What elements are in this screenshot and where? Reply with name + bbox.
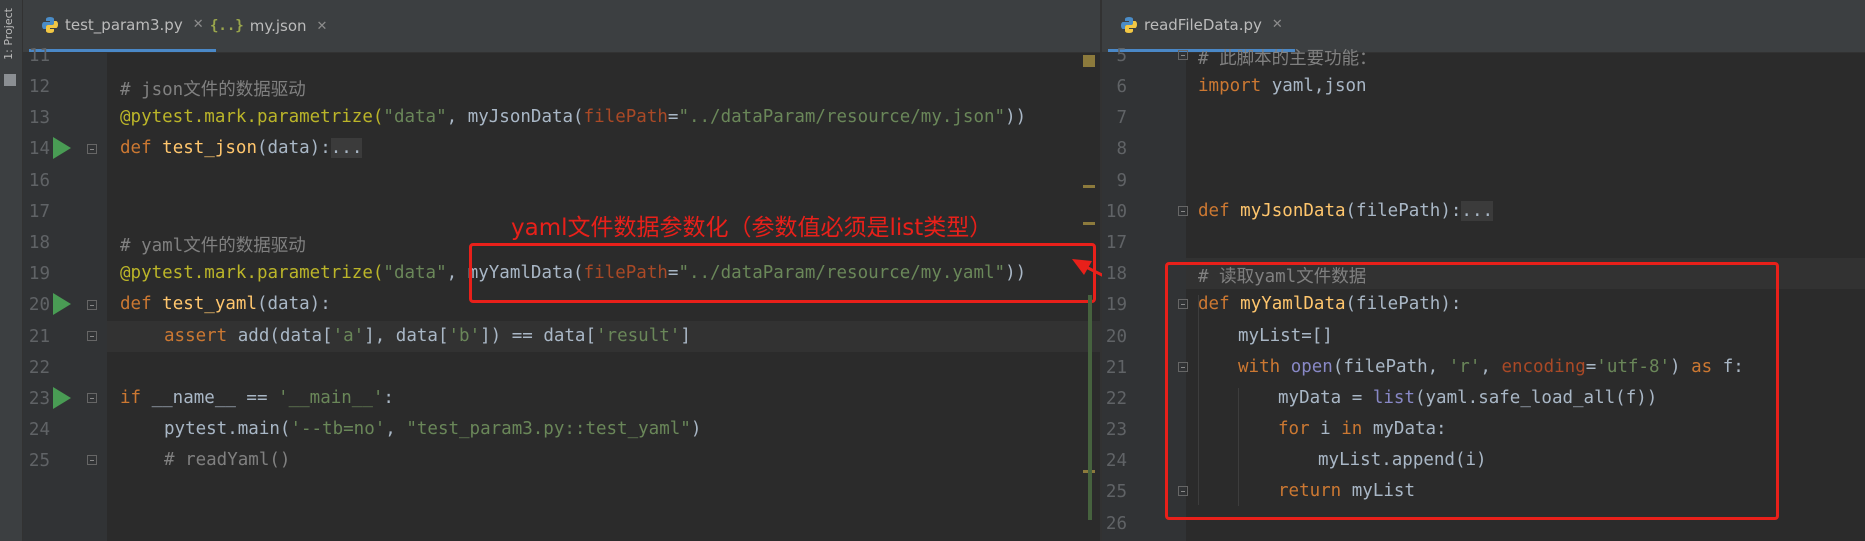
line-number: 26: [1105, 513, 1127, 534]
run-test-json-icon[interactable]: [53, 137, 71, 159]
tool-window-sidebar: 1: Project: [0, 0, 23, 541]
line-number: 12: [28, 76, 50, 97]
code-line-23: if __name__ == '__main__':: [120, 388, 394, 408]
fold-icon[interactable]: [1178, 50, 1188, 60]
tab-my-json[interactable]: {..} my.json ✕: [198, 0, 339, 52]
fold-icon[interactable]: [87, 393, 97, 403]
scroll-marker: [1083, 222, 1095, 225]
line-number: 23: [28, 388, 50, 409]
line-number: 25: [28, 450, 50, 471]
code-line-24: pytest.main('--tb=no', "test_param3.py::…: [164, 419, 702, 439]
tab-label: readFileData.py: [1144, 15, 1262, 34]
line-number: 11: [28, 45, 50, 66]
code-line-21: assert add(data['a'], data['b']) == data…: [164, 326, 691, 346]
scroll-marker: [1083, 185, 1095, 188]
project-icon[interactable]: [4, 74, 16, 86]
line-number: 18: [1105, 263, 1127, 284]
line-number: 21: [28, 326, 50, 347]
code-line-20: def test_yaml(data):: [120, 294, 331, 314]
line-number: 20: [1105, 326, 1127, 347]
tab-label: test_param3.py: [65, 15, 183, 34]
fold-icon[interactable]: [87, 300, 97, 310]
line-number: 24: [1105, 450, 1127, 471]
line-number: 14: [28, 138, 50, 159]
line-number: 22: [28, 357, 50, 378]
code-line-12: # json文件的数据驱动: [120, 80, 306, 100]
code-line-25: # readYaml(): [164, 450, 291, 470]
editor-right: readFileData.py ✕ 5 6 7 8 9 10 17 18 19 …: [1102, 0, 1865, 541]
line-number: 13: [28, 107, 50, 128]
line-number: 19: [28, 263, 50, 284]
line-number: 10: [1105, 201, 1127, 222]
scroll-marker: [1083, 55, 1095, 67]
python-icon: [42, 16, 58, 33]
code-line-5: # 此脚本的主要功能：: [1198, 49, 1377, 69]
line-number: 18: [28, 232, 50, 253]
editor-left: test_param3.py ✕ {..} my.json ✕ 11 12 13…: [23, 0, 1100, 541]
code-line-18: # yaml文件的数据驱动: [120, 236, 306, 256]
code-line-10: def myJsonData(filePath):...: [1198, 201, 1494, 221]
python-icon: [1121, 16, 1137, 33]
close-icon[interactable]: ✕: [1272, 17, 1283, 32]
line-number: 5: [1116, 45, 1127, 66]
code-line-6: import yaml,json: [1198, 76, 1367, 96]
fold-icon[interactable]: [87, 331, 97, 341]
line-number: 25: [1105, 481, 1127, 502]
line-number: 9: [1116, 170, 1127, 191]
line-number: 24: [28, 419, 50, 440]
annotation-text: yaml文件数据参数化（参数值必须是list类型）: [511, 215, 993, 241]
code-line-14: def test_json(data):...: [120, 138, 363, 158]
right-scroll-strip: [1088, 295, 1092, 520]
highlight-box: [469, 243, 1096, 303]
code-line-13: @pytest.mark.parametrize("data", myJsonD…: [120, 107, 1027, 127]
line-number: 21: [1105, 357, 1127, 378]
line-number: 7: [1116, 107, 1127, 128]
run-test-yaml-icon[interactable]: [53, 293, 71, 315]
project-tool-button[interactable]: 1: Project: [2, 8, 15, 60]
line-number: 17: [1105, 232, 1127, 253]
line-number: 19: [1105, 294, 1127, 315]
fold-icon[interactable]: [1178, 206, 1188, 216]
tab-label: my.json: [249, 17, 307, 35]
line-number: 20: [28, 294, 50, 315]
tab-test-param3[interactable]: test_param3.py ✕: [29, 0, 216, 52]
line-number: 17: [28, 201, 50, 222]
line-number: 23: [1105, 419, 1127, 440]
fold-icon[interactable]: [87, 144, 97, 154]
close-icon[interactable]: ✕: [317, 19, 328, 34]
json-icon: {..}: [210, 18, 244, 34]
line-number: 6: [1116, 76, 1127, 97]
line-number: 8: [1116, 138, 1127, 159]
left-tab-bar: test_param3.py ✕ {..} my.json ✕: [23, 0, 1100, 53]
line-number: 22: [1105, 388, 1127, 409]
collapsed-block: ...: [1461, 201, 1494, 221]
line-number: 16: [28, 170, 50, 191]
collapsed-block: ...: [330, 138, 363, 158]
fold-icon[interactable]: [87, 455, 97, 465]
run-main-icon[interactable]: [53, 387, 71, 409]
highlight-box: [1165, 262, 1779, 520]
